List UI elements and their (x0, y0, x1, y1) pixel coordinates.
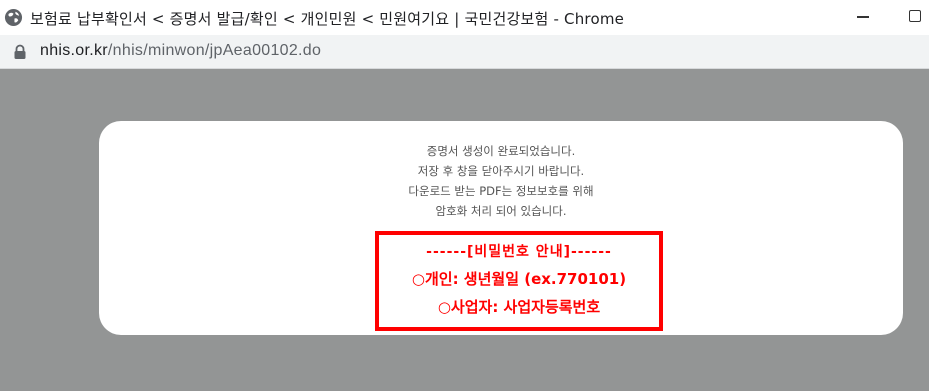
lock-icon[interactable] (13, 44, 27, 60)
window-title: 보험료 납부확인서 < 증명서 발급/확인 < 개인민원 < 민원여기요 | 국… (30, 10, 625, 28)
message-line: 증명서 생성이 완료되었습니다. (426, 144, 576, 158)
message-line: 암호화 처리 되어 있습니다. (435, 204, 567, 218)
globe-icon (4, 8, 23, 27)
url-host: nhis.or.kr (40, 42, 108, 59)
address-bar[interactable]: nhis.or.kr/nhis/minwon/jpAea00102.do (0, 35, 929, 69)
url-path: /nhis/minwon/jpAea00102.do (107, 42, 322, 59)
message-line: 저장 후 창을 닫아주시기 바랍니다. (417, 164, 585, 178)
password-business-hint: ○사업자: 사업자등록번호 (437, 298, 601, 316)
browser-title-bar: 보험료 납부확인서 < 증명서 발급/확인 < 개인민원 < 민원여기요 | 국… (0, 0, 929, 35)
password-personal-hint: ○개인: 생년월일 (ex.770101) (411, 270, 627, 288)
completion-message: 증명서 생성이 완료되었습니다. 저장 후 창을 닫아주시기 바랍니다. 다운로… (99, 141, 903, 221)
completion-dialog: 증명서 생성이 완료되었습니다. 저장 후 창을 닫아주시기 바랍니다. 다운로… (99, 121, 903, 335)
url-text[interactable]: nhis.or.kr/nhis/minwon/jpAea00102.do (40, 42, 321, 60)
page-overlay: 증명서 생성이 완료되었습니다. 저장 후 창을 닫아주시기 바랍니다. 다운로… (0, 69, 929, 391)
maximize-button[interactable] (909, 10, 921, 22)
password-notice-box: ------[비밀번호 안내]------ ○개인: 생년월일 (ex.7701… (375, 231, 663, 331)
password-notice-header: ------[비밀번호 안내]------ (426, 244, 612, 260)
minimize-button[interactable] (857, 16, 869, 18)
message-line: 다운로드 받는 PDF는 정보보호를 위해 (408, 184, 594, 198)
